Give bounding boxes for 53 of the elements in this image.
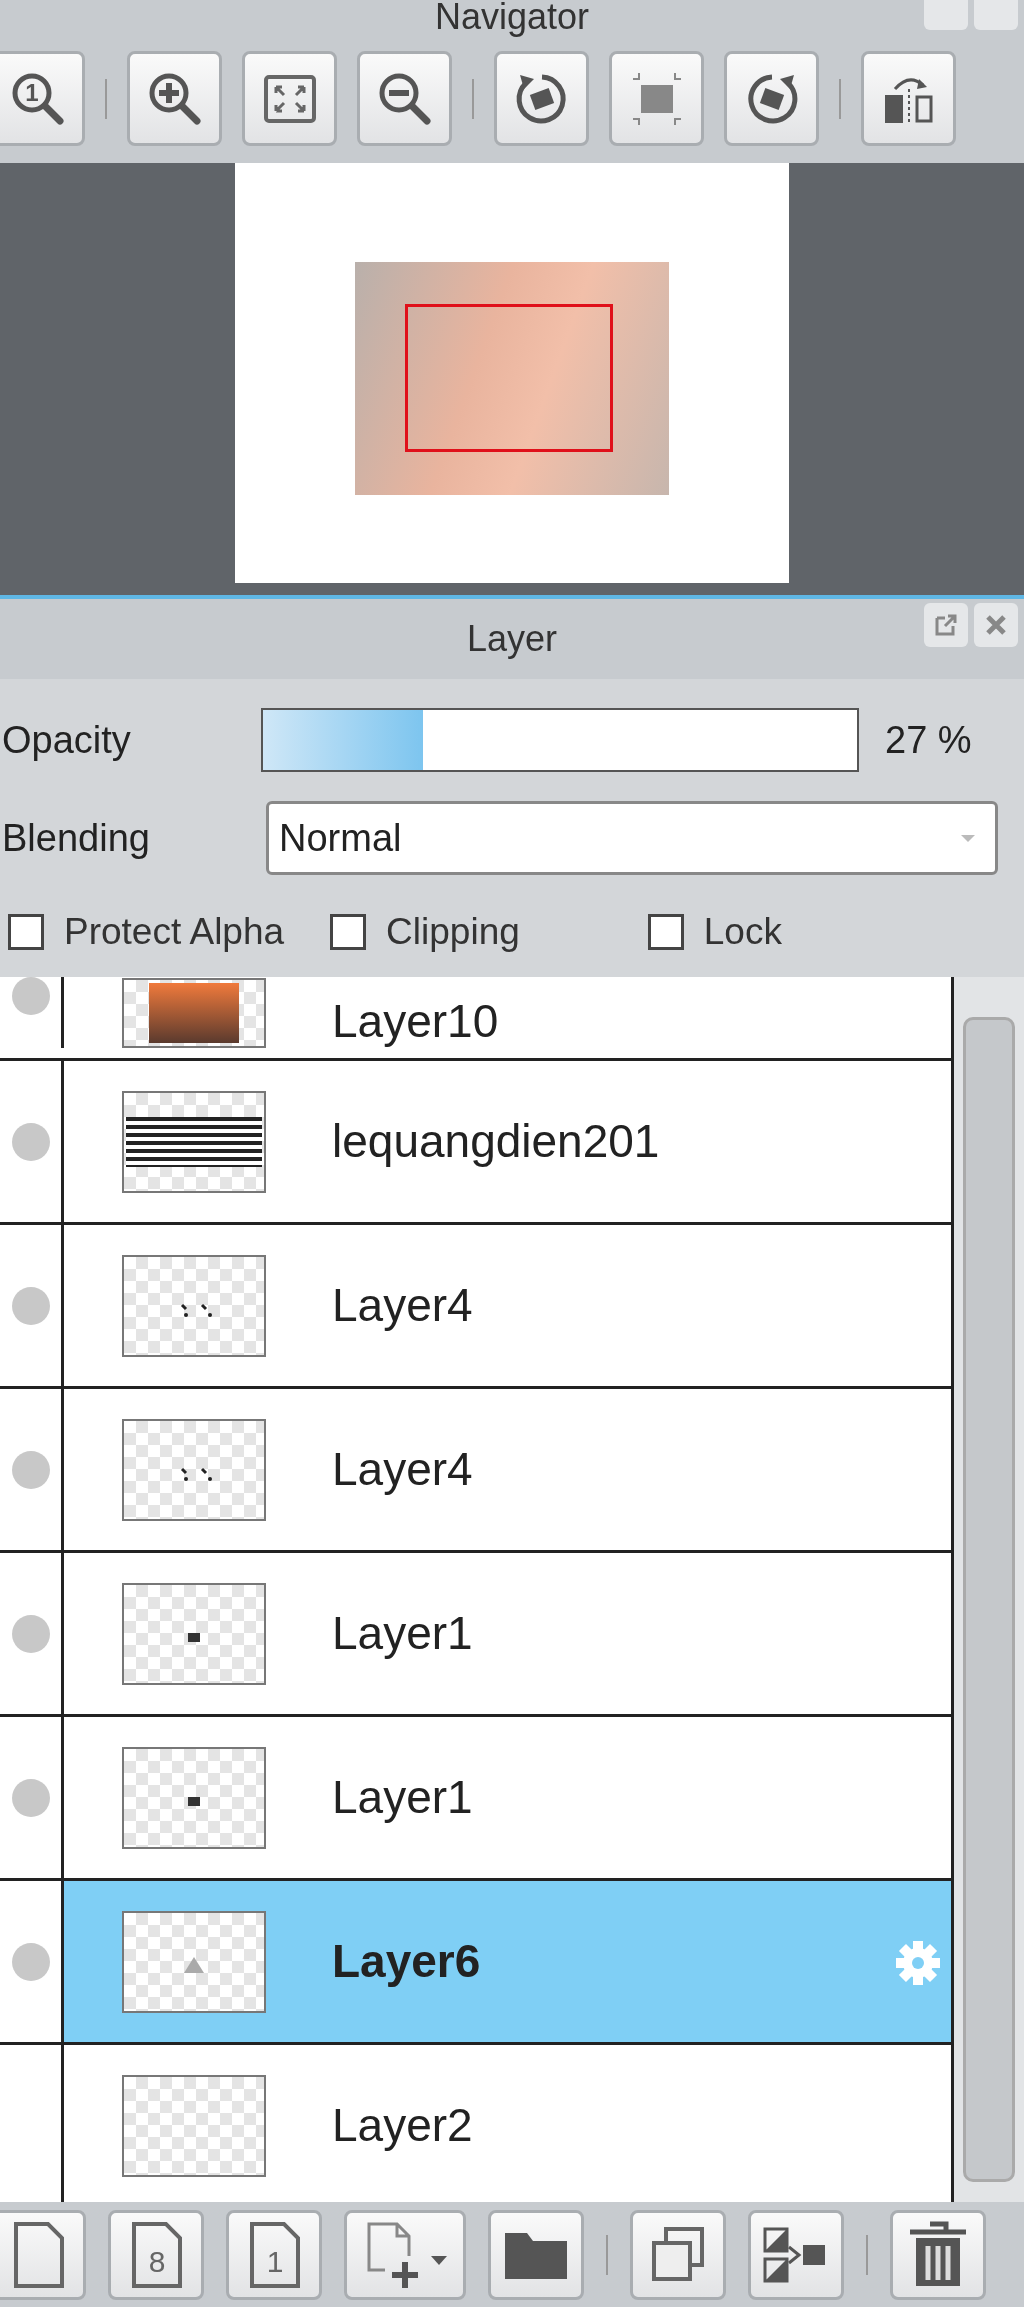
visibility-dot[interactable] bbox=[11, 1778, 50, 1817]
checkbox[interactable] bbox=[8, 914, 44, 950]
zoom-out-button[interactable] bbox=[357, 51, 452, 146]
new-layer-button[interactable] bbox=[0, 2209, 86, 2300]
opacity-value: 27 % bbox=[885, 718, 972, 762]
blending-label: Blending bbox=[2, 816, 151, 860]
panel-title: Layer bbox=[466, 618, 558, 660]
layer-name: lequangdien201 bbox=[332, 1115, 660, 1168]
visibility-dot[interactable] bbox=[11, 977, 50, 1015]
layer-name: Layer1 bbox=[332, 1771, 473, 1824]
scrollbar[interactable] bbox=[954, 977, 1024, 2202]
merge-layer-button[interactable] bbox=[748, 2209, 844, 2300]
layer-name: Layer1 bbox=[332, 1607, 473, 1660]
visibility-dot[interactable] bbox=[11, 1450, 50, 1489]
checkbox[interactable] bbox=[330, 914, 367, 950]
visibility-dot[interactable] bbox=[11, 1122, 50, 1161]
add-layer-menu-button[interactable] bbox=[344, 2209, 466, 2300]
checkbox-label: Clipping bbox=[386, 911, 520, 953]
layer-row[interactable]: lequangdien201 bbox=[0, 1061, 951, 1225]
checkbox[interactable] bbox=[647, 914, 684, 950]
layer-row[interactable]: Layer10 bbox=[0, 977, 951, 1061]
reset-rotation-button[interactable] bbox=[609, 51, 704, 146]
blending-dropdown[interactable]: Normal bbox=[266, 801, 998, 875]
zoom-in-button[interactable] bbox=[127, 51, 222, 146]
visibility-dot[interactable] bbox=[11, 1614, 50, 1653]
rotate-left-button[interactable] bbox=[494, 51, 589, 146]
opacity-slider[interactable] bbox=[261, 708, 859, 772]
layer-row[interactable]: Layer6 bbox=[0, 1881, 951, 2045]
layer-name: Layer4 bbox=[332, 1443, 473, 1496]
rotate-right-button[interactable] bbox=[724, 51, 819, 146]
layer-name: Layer4 bbox=[332, 1279, 473, 1332]
delete-layer-button[interactable] bbox=[890, 2209, 986, 2300]
fit-button[interactable] bbox=[242, 51, 337, 146]
layer-row[interactable]: Layer4 bbox=[0, 1389, 951, 1553]
layer-name: Layer6 bbox=[332, 1935, 481, 1988]
new-1bpp-layer-button[interactable]: 1 bbox=[226, 2209, 322, 2300]
zoom-reset-button[interactable]: 1 bbox=[0, 51, 85, 146]
layer-row[interactable]: Layer1 bbox=[0, 1553, 951, 1717]
layer-name: Layer10 bbox=[332, 995, 499, 1048]
new-8bpp-layer-button[interactable]: 8 bbox=[108, 2209, 204, 2300]
checkbox-label: Protect Alpha bbox=[64, 911, 285, 953]
checkbox-label: Lock bbox=[703, 911, 782, 953]
layer-row[interactable]: Layer1 bbox=[0, 1717, 951, 1881]
layer-name: Layer2 bbox=[332, 2099, 473, 2152]
visibility-dot[interactable] bbox=[11, 1942, 50, 1981]
dropdown-caret-icon bbox=[959, 833, 977, 843]
new-folder-button[interactable] bbox=[488, 2209, 584, 2300]
viewport-frame[interactable] bbox=[405, 304, 613, 452]
layer-row[interactable]: Layer4 bbox=[0, 1225, 951, 1389]
duplicate-layer-button[interactable] bbox=[630, 2209, 726, 2300]
visibility-dot[interactable] bbox=[11, 1286, 50, 1325]
flip-button[interactable] bbox=[861, 51, 956, 146]
opacity-label: Opacity bbox=[2, 718, 132, 762]
